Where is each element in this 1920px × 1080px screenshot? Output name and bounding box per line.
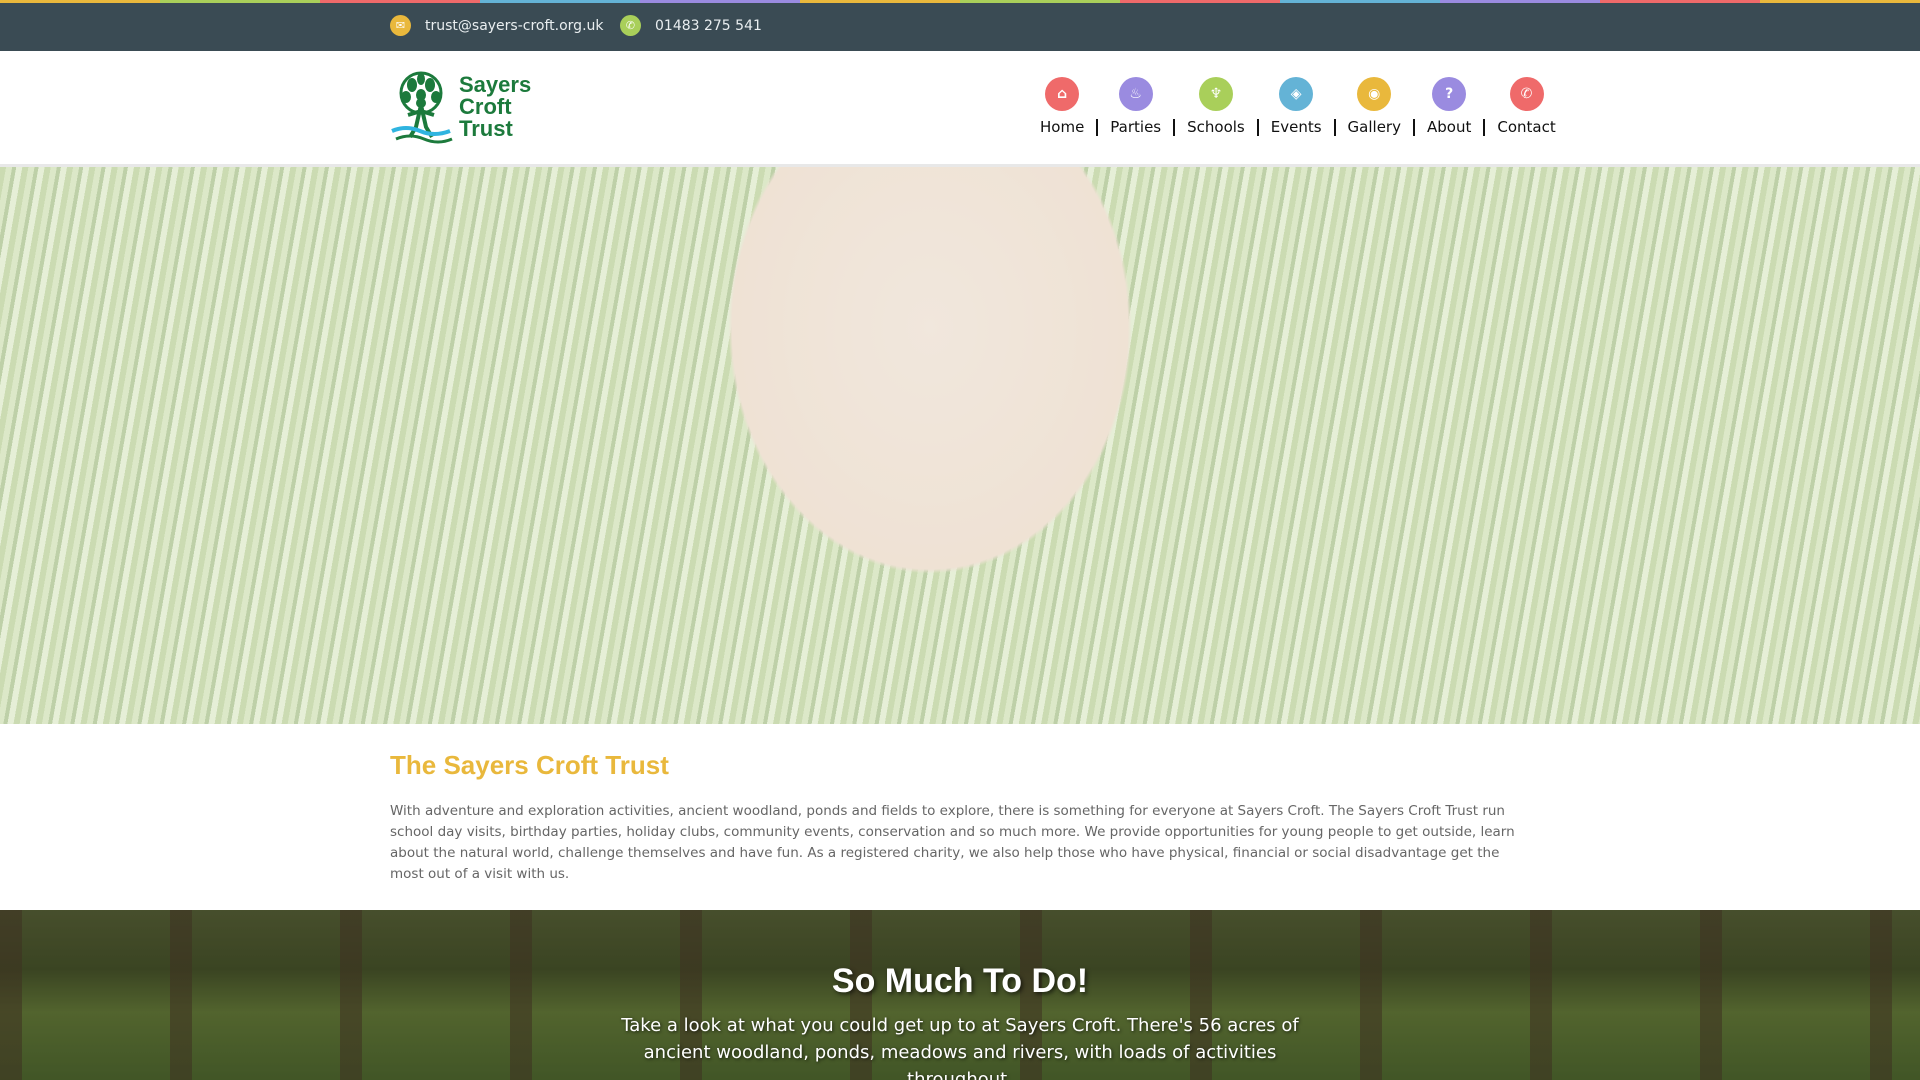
torch-icon[interactable]: ♆ — [1198, 77, 1233, 111]
email-text: trust@sayers-croft.org.uk — [425, 17, 604, 34]
logo-line-3: Trust — [459, 116, 513, 141]
email-link[interactable]: ✉ trust@sayers-croft.org.uk — [390, 15, 604, 36]
main-nav: ⌂ Home ♨ Parties ♆ Schools ◈ Events ◉ Gallery? Abo… — [1028, 77, 1568, 136]
todo-title: So Much To Do! — [831, 962, 1089, 1000]
logo-line-2: Croft — [459, 94, 512, 119]
nav-item-gallery[interactable]: ◉ Gallery — [1336, 77, 1413, 136]
rainbow-segment — [1120, 0, 1280, 3]
rainbow-stripe — [0, 0, 1920, 3]
rainbow-segment — [1760, 0, 1920, 3]
ticket-icon[interactable]: ◈ — [1279, 77, 1314, 111]
cake-icon[interactable]: ♨ — [1118, 77, 1153, 111]
nav-label[interactable]: Gallery — [1336, 118, 1413, 136]
phone-icon: ✆ — [620, 15, 641, 36]
rainbow-segment — [320, 0, 480, 3]
nav-item-schools[interactable]: ♆ Schools — [1175, 77, 1257, 136]
todo-body: Take a look at what you could get up to … — [621, 1015, 1299, 1080]
nav-label[interactable]: About — [1415, 118, 1483, 136]
nav-label[interactable]: Schools — [1175, 118, 1257, 136]
rainbow-segment — [480, 0, 640, 3]
nav-item-events[interactable]: ◈ Events — [1259, 77, 1334, 136]
envelope-icon: ✉ — [390, 15, 411, 36]
rainbow-segment — [640, 0, 800, 3]
phone-icon[interactable]: ✆ — [1509, 77, 1544, 111]
nav-item-home[interactable]: ⌂ Home — [1028, 77, 1096, 136]
tree-logo-icon — [391, 71, 453, 144]
top-contact-bar: ✉ trust@sayers-croft.org.uk ✆ 01483 275 … — [0, 0, 1920, 51]
logo-line-1: Sayers — [459, 72, 532, 97]
nav-label[interactable]: Home — [1028, 118, 1096, 136]
rainbow-segment — [1280, 0, 1440, 3]
rainbow-segment — [800, 0, 960, 3]
site-header: Sayers Croft Trust ⌂ Home ♨ Parties ♆ Schools… — [0, 51, 1920, 167]
rainbow-segment — [1600, 0, 1760, 3]
phone-link[interactable]: ✆ 01483 275 541 — [620, 15, 762, 36]
camera-icon[interactable]: ◉ — [1357, 77, 1392, 111]
nav-label[interactable]: Parties — [1098, 118, 1173, 136]
nav-label[interactable]: Contact — [1485, 118, 1567, 136]
nav-label[interactable]: Events — [1259, 118, 1334, 136]
so-much-to-do-section: So Much To Do! Take a look at what you c… — [0, 910, 1920, 1080]
rainbow-segment — [160, 0, 320, 3]
intro-title: The Sayers Croft Trust — [390, 750, 669, 780]
hero-veil — [0, 167, 1920, 724]
phone-text: 01483 275 541 — [655, 17, 762, 34]
rainbow-segment — [960, 0, 1120, 3]
intro-body: With adventure and exploration activitie… — [390, 803, 1515, 882]
home-icon[interactable]: ⌂ — [1045, 77, 1080, 111]
question-icon[interactable]: ? — [1432, 77, 1467, 111]
nav-item-parties[interactable]: ♨ Parties — [1098, 77, 1173, 136]
rainbow-segment — [1440, 0, 1600, 3]
rainbow-segment — [0, 0, 160, 3]
nav-item-about[interactable]: ? About — [1415, 77, 1483, 136]
intro-section: The Sayers Croft Trust With adventure an… — [390, 724, 1530, 885]
nav-item-contact[interactable]: ✆ Contact — [1485, 77, 1567, 136]
site-logo[interactable]: Sayers Croft Trust — [390, 71, 531, 145]
hero-image — [0, 167, 1920, 724]
